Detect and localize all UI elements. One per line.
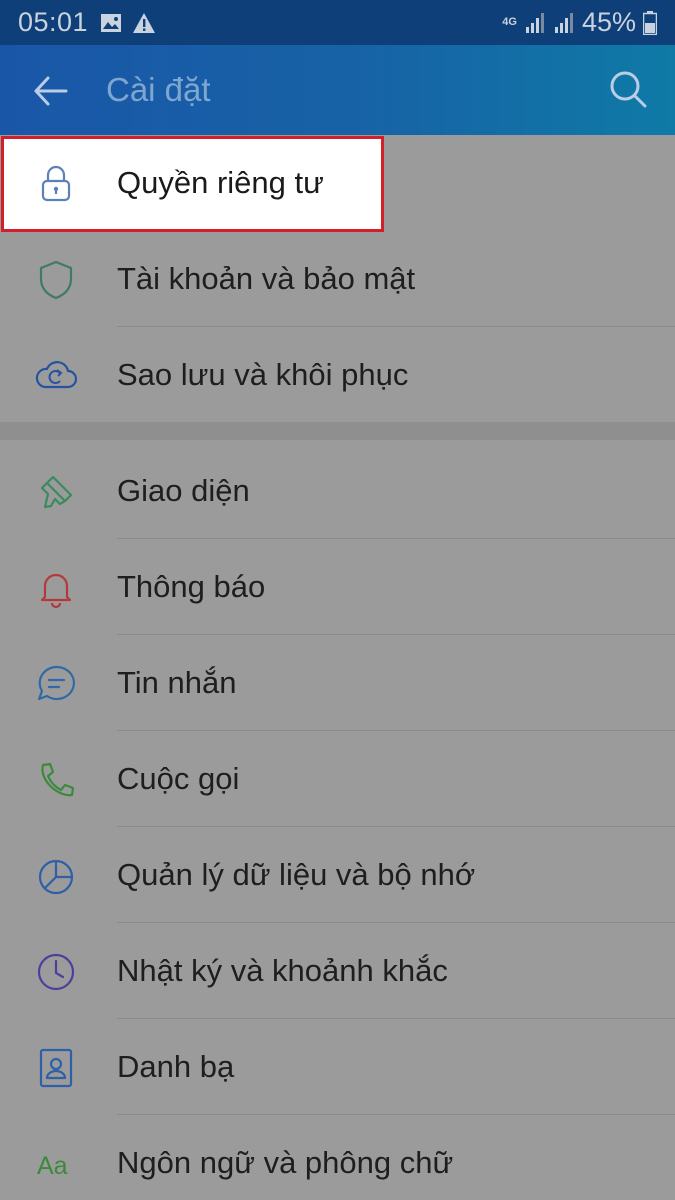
settings-item-label: Quyền riêng tư: [117, 165, 324, 200]
settings-item-account-security[interactable]: Tài khoản và bảo mật: [0, 231, 675, 327]
signal-icon-2: [554, 12, 573, 33]
contact-card-icon: [39, 1048, 73, 1088]
signal-icon: [525, 12, 544, 33]
network-type: 4G: [502, 16, 517, 28]
battery-icon: [643, 10, 657, 35]
status-bar: 05:01 4G 45%: [0, 0, 675, 45]
gallery-icon: [101, 13, 122, 32]
settings-item-label: Tin nhắn: [117, 665, 237, 700]
search-icon[interactable]: [608, 69, 648, 109]
settings-list: Quyền riêng tư Tài khoản và bảo mật Sao …: [0, 135, 675, 1200]
settings-item-data-storage[interactable]: Quản lý dữ liệu và bộ nhớ: [0, 827, 675, 923]
battery-percent: 45%: [581, 7, 636, 37]
settings-item-label: Sao lưu và khôi phục: [117, 357, 409, 392]
settings-item-language-font[interactable]: Aa Ngôn ngữ và phông chữ: [0, 1115, 675, 1200]
settings-item-label: Tài khoản và bảo mật: [117, 261, 416, 296]
cloud-sync-icon: [35, 361, 78, 389]
settings-item-calls[interactable]: Cuộc gọi: [0, 731, 675, 827]
settings-item-backup-restore[interactable]: Sao lưu và khôi phục: [0, 327, 675, 423]
settings-item-privacy[interactable]: Quyền riêng tư: [0, 135, 675, 232]
clock-icon: [37, 953, 75, 991]
section-divider: [0, 422, 675, 440]
page-title: Cài đặt: [106, 71, 211, 108]
settings-item-label: Danh bạ: [117, 1049, 235, 1084]
warning-icon: [133, 12, 156, 33]
font-aa-icon: Aa: [37, 1152, 68, 1180]
back-arrow-icon[interactable]: [33, 73, 69, 109]
app-bar: Cài đặt: [0, 45, 675, 135]
pie-chart-icon: [38, 859, 74, 895]
shield-icon: [39, 260, 73, 300]
settings-item-label: Thông báo: [117, 569, 266, 604]
paint-brush-icon: [40, 475, 73, 509]
settings-item-label: Quản lý dữ liệu và bộ nhớ: [117, 857, 476, 892]
settings-item-label: Cuộc gọi: [117, 761, 240, 796]
settings-item-label: Nhật ký và khoảnh khắc: [117, 953, 448, 988]
phone-icon: [41, 762, 75, 797]
svg-text:Aa: Aa: [37, 1152, 68, 1180]
settings-item-diary-moments[interactable]: Nhật ký và khoảnh khắc: [0, 923, 675, 1019]
settings-item-appearance[interactable]: Giao diện: [0, 443, 675, 539]
settings-item-notifications[interactable]: Thông báo: [0, 539, 675, 635]
chat-icon: [37, 665, 75, 701]
settings-item-contacts[interactable]: Danh bạ: [0, 1019, 675, 1115]
status-time: 05:01: [18, 7, 89, 37]
bell-icon: [40, 573, 72, 609]
lock-icon: [41, 165, 71, 202]
settings-item-label: Giao diện: [117, 473, 250, 508]
settings-item-label: Ngôn ngữ và phông chữ: [117, 1145, 454, 1180]
settings-item-messages[interactable]: Tin nhắn: [0, 635, 675, 731]
